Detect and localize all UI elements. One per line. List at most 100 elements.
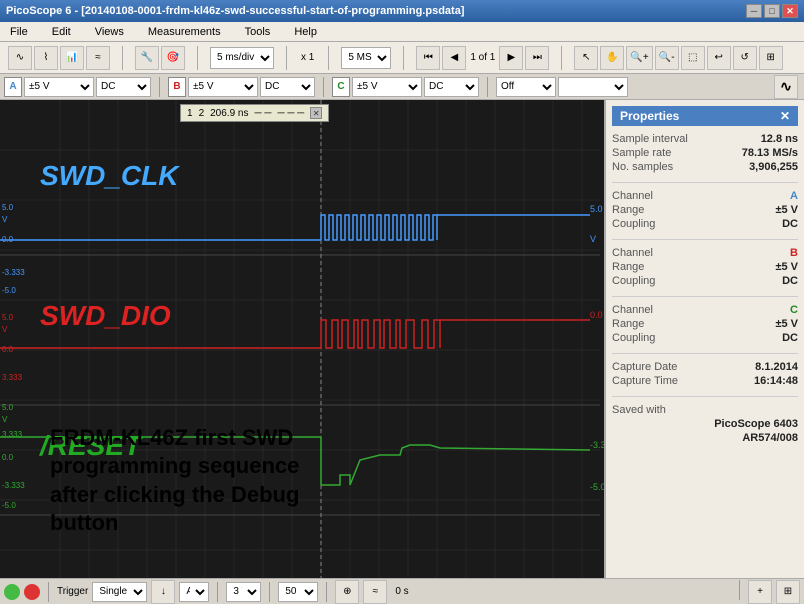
math-button[interactable]: ∿ bbox=[774, 75, 798, 99]
maximize-button[interactable]: □ bbox=[764, 4, 780, 18]
mult-label: x 1 bbox=[299, 52, 316, 63]
no-samples-row: No. samples 3,906,255 bbox=[612, 160, 798, 174]
trigger-source-select[interactable]: A bbox=[179, 582, 209, 602]
status-indicator-green bbox=[4, 584, 20, 600]
menu-edit[interactable]: Edit bbox=[46, 24, 77, 40]
device-row: PicoScope 6403 bbox=[612, 417, 798, 431]
trigger-icon[interactable]: ↓ bbox=[151, 580, 175, 604]
channel-a-label[interactable]: A bbox=[4, 77, 22, 97]
sample-interval-row: Sample interval 12.8 ns bbox=[612, 132, 798, 146]
toolbar-icon-3[interactable]: 📊 bbox=[60, 46, 84, 70]
sample-interval-label: Sample interval bbox=[612, 133, 688, 145]
zoom-marker-2: 2 bbox=[199, 108, 205, 119]
properties-close-button[interactable]: ✕ bbox=[780, 109, 790, 123]
annotation-text: FRDM-KL46Z first SWD programming sequenc… bbox=[50, 424, 310, 538]
scope-icon-2[interactable]: ≈ bbox=[363, 580, 387, 604]
add-note-button[interactable]: + bbox=[748, 580, 772, 604]
nav-last[interactable]: ⏭ bbox=[525, 46, 549, 70]
channel-off-select[interactable]: Off bbox=[496, 77, 556, 97]
toolbar-icon-4[interactable]: ≈ bbox=[86, 46, 110, 70]
toolbar-icon-1[interactable]: ∿ bbox=[8, 46, 32, 70]
toolbar-icon-6[interactable]: 🎯 bbox=[161, 46, 185, 70]
channel-b-props: Channel B Range ±5 V Coupling DC bbox=[612, 246, 798, 288]
nav-first[interactable]: ⏮ bbox=[416, 46, 440, 70]
tool-extra[interactable]: ⊞ bbox=[759, 46, 783, 70]
sample-rate-label: Sample rate bbox=[612, 147, 671, 159]
ch-b-range-row: Range ±5 V bbox=[612, 260, 798, 274]
window-controls: ─ □ ✕ bbox=[746, 4, 798, 18]
channel-a-coupling[interactable]: DC bbox=[96, 77, 151, 97]
svg-text:-3.333: -3.333 bbox=[590, 440, 604, 450]
zoom-custom-button[interactable]: ⊞ bbox=[776, 580, 800, 604]
scope-view[interactable]: 5.0 V 0.0 -3.333 -5.0 bbox=[0, 100, 604, 578]
svg-text:5.0: 5.0 bbox=[2, 313, 14, 322]
properties-title: Properties bbox=[620, 109, 679, 123]
svg-text:5.0: 5.0 bbox=[2, 403, 14, 412]
main-area: 5.0 V 0.0 -3.333 -5.0 bbox=[0, 100, 804, 578]
channel-c-coupling[interactable]: DC bbox=[424, 77, 479, 97]
nav-next[interactable]: ▶ bbox=[499, 46, 523, 70]
trigger-mode-select[interactable]: Single bbox=[92, 582, 147, 602]
ch-c-channel-row: Channel C bbox=[612, 303, 798, 317]
channel-d-range[interactable] bbox=[558, 77, 628, 97]
zoom-fit[interactable]: ↩ bbox=[707, 46, 731, 70]
saved-with-section: Saved with PicoScope 6403 AR574/008 bbox=[612, 403, 798, 445]
channel-c-range[interactable]: ±5 V bbox=[352, 77, 422, 97]
svg-text:V: V bbox=[2, 215, 8, 224]
svg-text:V: V bbox=[2, 415, 8, 424]
dio-label: SWD_DIO bbox=[40, 300, 171, 332]
minimize-button[interactable]: ─ bbox=[746, 4, 762, 18]
zoom-out[interactable]: 🔍- bbox=[655, 46, 679, 70]
channel-b-range[interactable]: ±5 V bbox=[188, 77, 258, 97]
scope-icon-1[interactable]: ⊕ bbox=[335, 580, 359, 604]
menu-file[interactable]: File bbox=[4, 24, 34, 40]
trigger-label: Trigger bbox=[57, 586, 88, 597]
ch-c-coupling-row: Coupling DC bbox=[612, 331, 798, 345]
channel-bar: A ±5 V DC B ±5 V DC C ±5 V DC Off bbox=[0, 74, 804, 100]
toolbar-icon-5[interactable]: 🔧 bbox=[135, 46, 159, 70]
ch-b-coupling-row: Coupling DC bbox=[612, 274, 798, 288]
channel-b-label[interactable]: B bbox=[168, 77, 186, 97]
svg-text:5.0: 5.0 bbox=[2, 203, 14, 212]
cursor-hand[interactable]: ✋ bbox=[600, 46, 624, 70]
nav-prev[interactable]: ◀ bbox=[442, 46, 466, 70]
menu-views[interactable]: Views bbox=[89, 24, 130, 40]
title-bar: PicoScope 6 - [20140108-0001-frdm-kl46z-… bbox=[0, 0, 804, 22]
app-title: PicoScope 6 - [20140108-0001-frdm-kl46z-… bbox=[6, 5, 464, 17]
channel-a-props: Channel A Range ±5 V Coupling DC bbox=[612, 189, 798, 231]
zoom-close-button[interactable]: ✕ bbox=[310, 107, 322, 119]
serial-row: AR574/008 bbox=[612, 431, 798, 445]
zoom-box[interactable]: ⬚ bbox=[681, 46, 705, 70]
svg-text:3.333: 3.333 bbox=[2, 373, 23, 382]
channel-off-group: Off bbox=[494, 77, 630, 97]
svg-text:5.0: 5.0 bbox=[590, 204, 603, 214]
cursor-arrow[interactable]: ↖ bbox=[574, 46, 598, 70]
trigger-voltage-select[interactable]: 3 V bbox=[226, 582, 261, 602]
properties-header: Properties ✕ bbox=[612, 106, 798, 126]
time-display: 0 s bbox=[395, 586, 408, 597]
zoom-in[interactable]: 🔍+ bbox=[626, 46, 652, 70]
page-indicator: 1 of 1 bbox=[468, 52, 497, 63]
svg-text:-5.0: -5.0 bbox=[2, 286, 16, 295]
channel-b-coupling[interactable]: DC bbox=[260, 77, 315, 97]
zoom-val2: ─ ─ ─ bbox=[277, 108, 304, 119]
menu-measurements[interactable]: Measurements bbox=[142, 24, 227, 40]
svg-text:-5.0: -5.0 bbox=[2, 501, 16, 510]
zoom-reset[interactable]: ↺ bbox=[733, 46, 757, 70]
samples-select[interactable]: 5 MS bbox=[341, 47, 391, 69]
svg-text:0.0: 0.0 bbox=[2, 453, 14, 462]
zoom-time: 206.9 ns bbox=[210, 108, 248, 119]
zoom-select[interactable]: 50 % bbox=[278, 582, 318, 602]
clk-label: SWD_CLK bbox=[40, 160, 178, 192]
toolbar-icon-2[interactable]: ⌇ bbox=[34, 46, 58, 70]
time-per-div-select[interactable]: 5 ms/div bbox=[210, 47, 274, 69]
channel-c-label[interactable]: C bbox=[332, 77, 350, 97]
status-bar: Trigger Single ↓ A 3 V 50 % ⊕ ≈ 0 s + ⊞ bbox=[0, 578, 804, 604]
close-button[interactable]: ✕ bbox=[782, 4, 798, 18]
menu-help[interactable]: Help bbox=[288, 24, 323, 40]
menu-tools[interactable]: Tools bbox=[239, 24, 277, 40]
channel-a-range[interactable]: ±5 V bbox=[24, 77, 94, 97]
sample-rate-value: 78.13 MS/s bbox=[742, 147, 798, 159]
channel-c-props: Channel C Range ±5 V Coupling DC bbox=[612, 303, 798, 345]
svg-text:0.0: 0.0 bbox=[2, 345, 14, 354]
